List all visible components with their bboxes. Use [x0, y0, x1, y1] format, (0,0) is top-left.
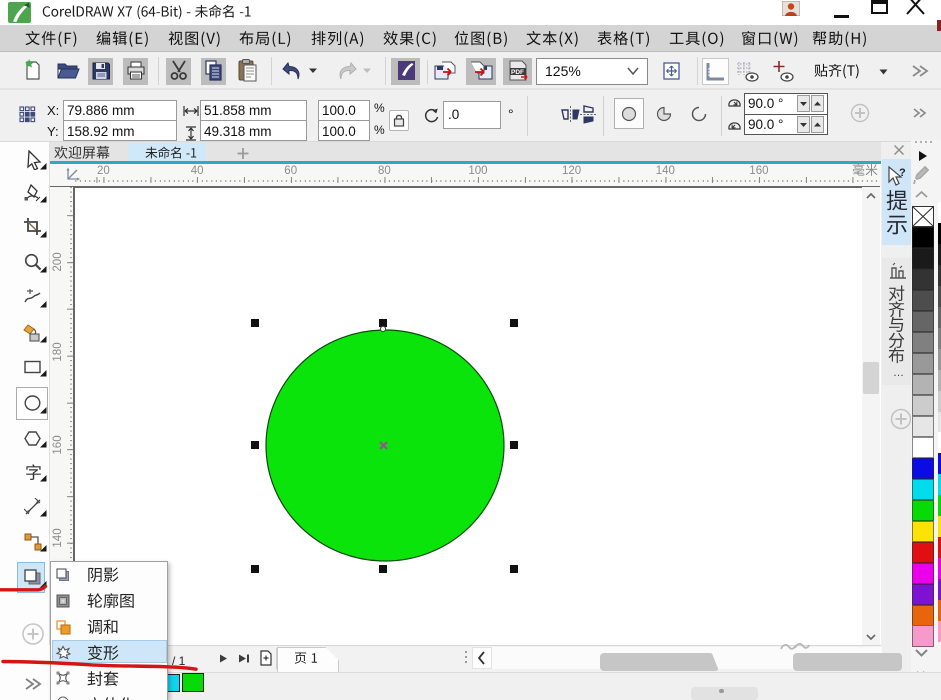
svg-text:?: ? — [899, 167, 906, 179]
svg-text:PDF: PDF — [511, 69, 524, 76]
